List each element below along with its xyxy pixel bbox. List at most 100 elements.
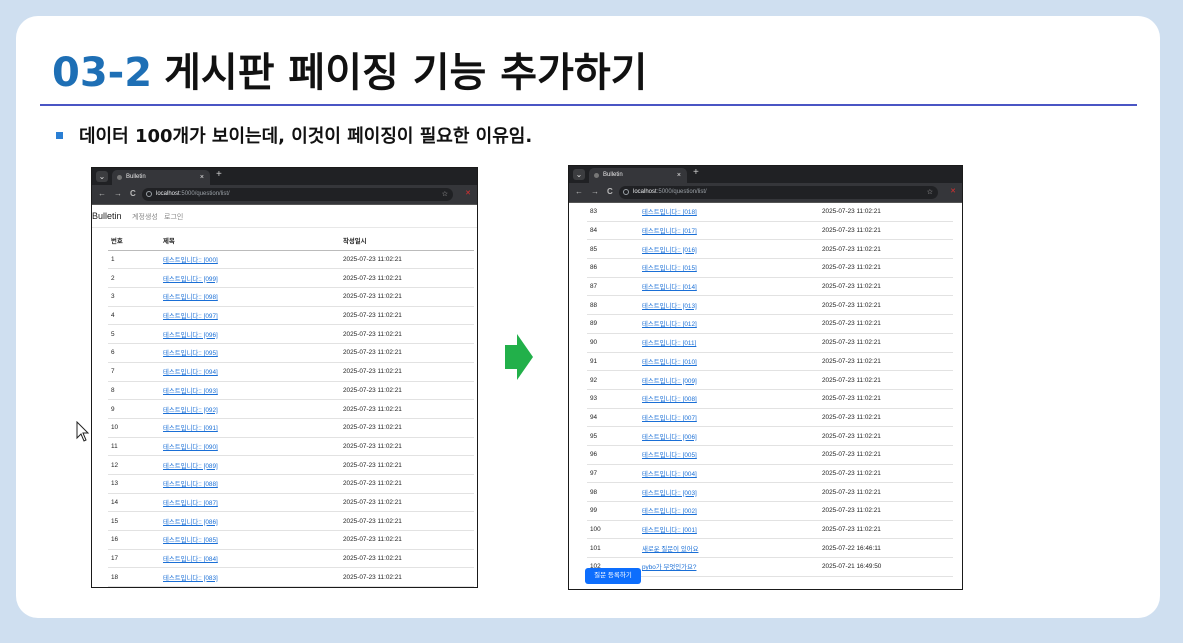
- row-num: 8: [108, 381, 163, 401]
- close-tab-icon[interactable]: ×: [200, 170, 204, 185]
- browser-tab[interactable]: Bulletin ×: [112, 170, 210, 185]
- reload-icon-right[interactable]: C: [607, 187, 613, 196]
- row-num: 101: [587, 538, 642, 559]
- row-subject-cell: 테스트입니다:: [002]: [642, 501, 822, 521]
- question-link[interactable]: 테스트입니다:: [095]: [163, 350, 218, 357]
- question-link[interactable]: 테스트입니다:: [003]: [642, 490, 697, 497]
- site-info-icon-right[interactable]: [623, 189, 629, 195]
- table-row: 6 테스트입니다:: [095] 2025-07-23 11:02:21: [108, 343, 474, 363]
- question-link[interactable]: 테스트입니다:: [005]: [642, 452, 697, 459]
- question-link[interactable]: 테스트입니다:: [090]: [163, 444, 218, 451]
- question-link[interactable]: 테스트입니다:: [015]: [642, 265, 697, 272]
- question-link[interactable]: 테스트입니다:: [000]: [163, 257, 218, 264]
- question-link[interactable]: 테스트입니다:: [099]: [163, 276, 218, 283]
- extension-icon-right[interactable]: ✕: [950, 187, 956, 195]
- row-subject-cell: 테스트입니다:: [093]: [163, 381, 343, 401]
- row-date: 2025-07-23 11:02:21: [343, 493, 474, 513]
- question-link[interactable]: pybo가 무엇인가요?: [642, 564, 696, 571]
- question-link[interactable]: 테스트입니다:: [084]: [163, 556, 218, 563]
- question-link[interactable]: 테스트입니다:: [086]: [163, 519, 218, 526]
- bookmark-star-icon-right[interactable]: ☆: [927, 186, 933, 199]
- browser-tab-right[interactable]: Bulletin ×: [589, 168, 687, 183]
- row-subject-cell: 테스트입니다:: [012]: [642, 314, 822, 334]
- nav-login-link[interactable]: 로그인: [164, 212, 183, 222]
- question-link[interactable]: 테스트입니다:: [089]: [163, 463, 218, 470]
- question-link[interactable]: 테스트입니다:: [001]: [642, 527, 697, 534]
- tab-search-icon[interactable]: ⌄: [96, 171, 108, 182]
- bookmark-star-icon[interactable]: ☆: [442, 188, 448, 201]
- question-link[interactable]: 테스트입니다:: [011]: [642, 340, 696, 347]
- brand-link[interactable]: Bulletin: [92, 211, 122, 221]
- nav-signup-link[interactable]: 계정생성: [132, 212, 158, 222]
- question-link[interactable]: 테스트입니다:: [014]: [642, 284, 697, 291]
- table-row: 102 pybo가 무엇인가요? 2025-07-21 16:49:50: [587, 557, 953, 577]
- row-date: 2025-07-23 11:02:21: [343, 324, 474, 345]
- question-link[interactable]: 테스트입니다:: [088]: [163, 481, 218, 488]
- row-subject-cell: 테스트입니다:: [000]: [163, 250, 343, 270]
- question-link[interactable]: 테스트입니다:: [092]: [163, 407, 218, 414]
- row-subject-cell: 테스트입니다:: [097]: [163, 306, 343, 326]
- reload-icon[interactable]: C: [130, 189, 136, 198]
- row-subject-cell: 테스트입니다:: [004]: [642, 464, 822, 484]
- row-subject-cell: pybo가 무엇인가요?: [642, 557, 822, 577]
- row-num: 9: [108, 399, 163, 419]
- question-link[interactable]: 새로운 질문이 있어요: [642, 546, 698, 553]
- row-num: 1: [108, 250, 163, 270]
- question-link[interactable]: 테스트입니다:: [007]: [642, 415, 697, 422]
- back-icon-right[interactable]: ←: [575, 187, 583, 196]
- forward-icon-right[interactable]: →: [591, 187, 599, 196]
- title-divider: [40, 104, 1137, 106]
- question-link[interactable]: 테스트입니다:: [009]: [642, 378, 697, 385]
- row-num: 85: [587, 239, 642, 260]
- favicon-icon-right: [594, 173, 599, 178]
- question-link[interactable]: 테스트입니다:: [013]: [642, 303, 697, 310]
- row-date: 2025-07-23 11:02:21: [343, 437, 474, 457]
- row-subject-cell: 테스트입니다:: [090]: [163, 437, 343, 457]
- back-icon[interactable]: ←: [98, 189, 106, 198]
- row-subject-cell: 테스트입니다:: [009]: [642, 370, 822, 390]
- extension-icon[interactable]: ✕: [465, 189, 471, 197]
- question-link[interactable]: 테스트입니다:: [010]: [642, 359, 697, 366]
- question-link[interactable]: 테스트입니다:: [096]: [163, 332, 218, 339]
- row-subject-cell: 테스트입니다:: [001]: [642, 520, 822, 540]
- question-link[interactable]: 테스트입니다:: [093]: [163, 388, 218, 395]
- new-tab-icon-right[interactable]: +: [693, 167, 699, 178]
- question-link[interactable]: 테스트입니다:: [004]: [642, 471, 697, 478]
- question-link[interactable]: 테스트입니다:: [097]: [163, 313, 218, 320]
- row-date: 2025-07-23 11:02:21: [822, 464, 953, 484]
- question-link[interactable]: 테스트입니다:: [083]: [163, 575, 218, 582]
- row-date: 2025-07-23 11:02:21: [822, 314, 953, 334]
- question-link[interactable]: 테스트입니다:: [087]: [163, 500, 218, 507]
- row-date: 2025-07-23 11:02:21: [343, 511, 474, 531]
- question-link[interactable]: 테스트입니다:: [091]: [163, 425, 218, 432]
- tab-search-icon-right[interactable]: ⌄: [573, 169, 585, 180]
- row-subject-cell: 테스트입니다:: [087]: [163, 493, 343, 513]
- table-row: 84 테스트입니다:: [017] 2025-07-23 11:02:21: [587, 221, 953, 241]
- question-link[interactable]: 테스트입니다:: [018]: [642, 209, 697, 216]
- site-info-icon[interactable]: [146, 191, 152, 197]
- table-row: 9 테스트입니다:: [092] 2025-07-23 11:02:21: [108, 399, 474, 419]
- question-link[interactable]: 테스트입니다:: [008]: [642, 396, 697, 403]
- row-date: 2025-07-23 11:02:21: [343, 549, 474, 569]
- row-num: 13: [108, 474, 163, 494]
- question-link[interactable]: 테스트입니다:: [085]: [163, 537, 218, 544]
- question-link[interactable]: 테스트입니다:: [016]: [642, 247, 697, 254]
- question-link[interactable]: 테스트입니다:: [006]: [642, 434, 697, 441]
- register-question-button[interactable]: 질문 등록하기: [585, 568, 641, 584]
- row-date: 2025-07-23 11:02:21: [343, 362, 474, 382]
- question-link[interactable]: 테스트입니다:: [017]: [642, 228, 697, 235]
- close-tab-icon-right[interactable]: ×: [677, 168, 681, 183]
- new-tab-icon[interactable]: +: [216, 169, 222, 180]
- question-link[interactable]: 테스트입니다:: [012]: [642, 321, 697, 328]
- table-row: 17 테스트입니다:: [084] 2025-07-23 11:02:21: [108, 549, 474, 569]
- row-num: 18: [108, 567, 163, 587]
- question-link[interactable]: 테스트입니다:: [098]: [163, 294, 218, 301]
- forward-icon[interactable]: →: [114, 189, 122, 198]
- url-input-right[interactable]: localhost:5000/question/list/ ☆: [619, 186, 938, 199]
- question-link[interactable]: 테스트입니다:: [002]: [642, 508, 697, 515]
- row-date: 2025-07-23 11:02:21: [343, 567, 474, 587]
- row-num: 14: [108, 493, 163, 513]
- question-link[interactable]: 테스트입니다:: [094]: [163, 369, 218, 376]
- table-row: 7 테스트입니다:: [094] 2025-07-23 11:02:21: [108, 362, 474, 382]
- url-input[interactable]: localhost:5000/question/list/ ☆: [142, 188, 453, 201]
